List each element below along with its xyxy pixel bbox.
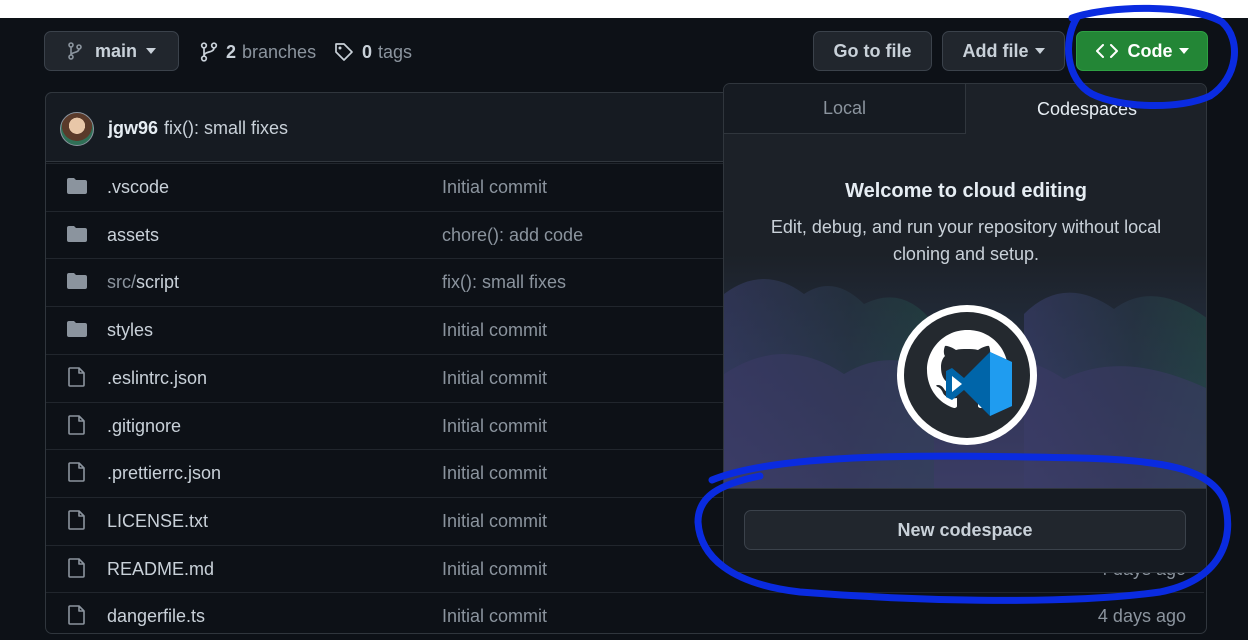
tags-label: tags bbox=[378, 41, 413, 62]
chevron-down-icon bbox=[1178, 48, 1189, 54]
file-name-link[interactable]: src/script bbox=[107, 272, 179, 293]
file-commit-message[interactable]: Initial commit bbox=[442, 463, 547, 484]
tab-codespaces-label: Codespaces bbox=[1036, 98, 1138, 119]
file-icon bbox=[68, 367, 86, 392]
go-to-file-button[interactable]: Go to file bbox=[813, 31, 932, 71]
file-commit-age: 4 days ago bbox=[1097, 606, 1186, 626]
file-path-prefix: src/ bbox=[107, 272, 136, 292]
new-codespace-label: New codespace bbox=[897, 519, 1033, 540]
git-branches-icon bbox=[200, 42, 218, 62]
browser-top-strip bbox=[0, 0, 1248, 18]
file-name-link[interactable]: .eslintrc.json bbox=[107, 368, 207, 389]
code-dropdown-panel: Local Codespaces Welcome to cloud editin… bbox=[723, 83, 1207, 573]
latest-commit[interactable]: jgw96 fix(): small fixes bbox=[108, 118, 288, 139]
file-commit-message[interactable]: Initial commit bbox=[442, 511, 547, 532]
file-name: dangerfile.ts bbox=[107, 606, 206, 626]
file-icon bbox=[68, 462, 86, 487]
file-name: script bbox=[136, 272, 180, 292]
branches-label: branches bbox=[242, 41, 317, 62]
file-row[interactable]: dangerfile.ts Initial commit 4 days ago bbox=[46, 592, 1204, 640]
folder-icon bbox=[66, 320, 88, 343]
file-name-link[interactable]: README.md bbox=[107, 559, 214, 580]
file-name-link[interactable]: styles bbox=[107, 320, 153, 341]
code-label: Code bbox=[1127, 40, 1173, 61]
file-commit-message[interactable]: Initial commit bbox=[442, 559, 547, 580]
file-icon bbox=[68, 415, 86, 440]
file-name-link[interactable]: LICENSE.txt bbox=[107, 511, 208, 532]
file-name-link[interactable]: assets bbox=[107, 225, 159, 246]
file-commit-message[interactable]: Initial commit bbox=[442, 177, 547, 198]
file-commit-message[interactable]: Initial commit bbox=[442, 320, 547, 341]
tag-icon bbox=[334, 42, 354, 62]
file-icon bbox=[68, 510, 86, 535]
commit-author[interactable]: jgw96 bbox=[108, 118, 158, 138]
branches-count: 2 bbox=[226, 41, 237, 62]
git-branch-icon bbox=[67, 42, 83, 60]
file-name: .eslintrc.json bbox=[107, 368, 208, 388]
chevron-down-icon bbox=[1034, 48, 1045, 54]
file-commit-message[interactable]: chore(): add code bbox=[442, 225, 583, 246]
file-commit-message[interactable]: Initial commit bbox=[442, 416, 547, 437]
tab-local-label: Local bbox=[822, 98, 867, 118]
file-commit-message[interactable]: Initial commit bbox=[442, 606, 547, 627]
avatar[interactable] bbox=[60, 112, 94, 146]
file-name: .prettierrc.json bbox=[107, 463, 222, 483]
file-name: assets bbox=[107, 225, 160, 245]
code-brackets-icon bbox=[1095, 44, 1118, 58]
file-name: README.md bbox=[107, 559, 215, 579]
folder-icon bbox=[66, 272, 88, 295]
file-icon bbox=[68, 558, 86, 583]
file-name: .gitignore bbox=[107, 416, 182, 436]
panel-title: Welcome to cloud editing bbox=[845, 180, 1087, 202]
folder-icon bbox=[66, 225, 88, 248]
file-commit-message[interactable]: fix(): small fixes bbox=[442, 272, 566, 293]
go-to-file-label: Go to file bbox=[833, 40, 912, 61]
file-name: styles bbox=[107, 320, 154, 340]
file-name: LICENSE.txt bbox=[107, 511, 209, 531]
file-name-link[interactable]: .prettierrc.json bbox=[107, 463, 221, 484]
github-codespaces-logo bbox=[897, 305, 1037, 445]
folder-icon bbox=[66, 177, 88, 200]
tags-link[interactable]: 0 tags bbox=[334, 40, 412, 64]
panel-description: Edit, debug, and run your repository wit… bbox=[770, 217, 1162, 264]
chevron-down-icon bbox=[146, 48, 156, 54]
file-name: .vscode bbox=[107, 177, 170, 197]
add-file-button[interactable]: Add file bbox=[942, 31, 1065, 71]
code-button[interactable]: Code bbox=[1076, 31, 1208, 71]
file-commit-message[interactable]: Initial commit bbox=[442, 368, 547, 389]
branches-link[interactable]: 2 branches bbox=[200, 40, 316, 64]
tab-local[interactable]: Local bbox=[724, 84, 966, 134]
branch-selector-button[interactable]: main bbox=[44, 31, 179, 71]
file-icon bbox=[68, 605, 86, 630]
add-file-label: Add file bbox=[962, 40, 1029, 61]
new-codespace-button[interactable]: New codespace bbox=[744, 510, 1186, 550]
tags-count: 0 bbox=[362, 41, 373, 62]
file-name-link[interactable]: .vscode bbox=[107, 177, 169, 198]
file-name-link[interactable]: dangerfile.ts bbox=[107, 606, 205, 627]
file-name-link[interactable]: .gitignore bbox=[107, 416, 181, 437]
tab-codespaces[interactable]: Codespaces bbox=[966, 84, 1206, 134]
branch-name: main bbox=[94, 40, 137, 61]
commit-message[interactable]: fix(): small fixes bbox=[164, 118, 288, 138]
